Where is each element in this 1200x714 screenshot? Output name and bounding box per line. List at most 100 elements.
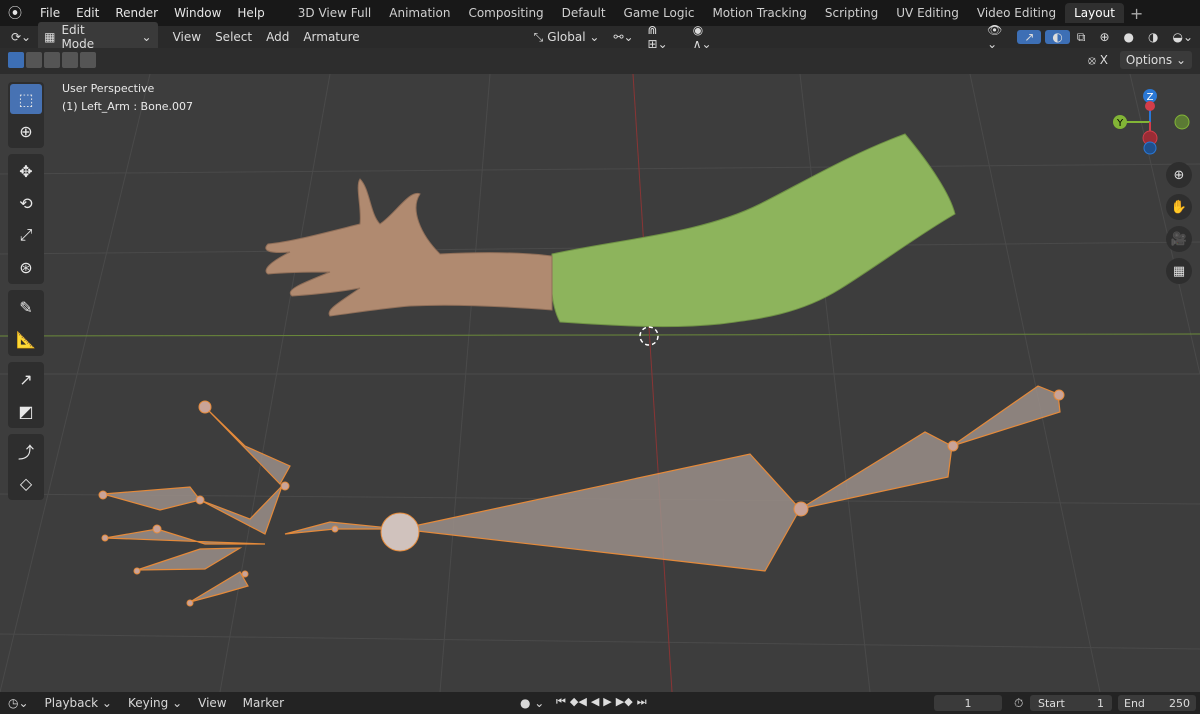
shading-rendered-icon[interactable]: ◒⌄	[1165, 30, 1200, 44]
joint-thumb-tip[interactable]	[198, 400, 212, 414]
tab-3d-view-full[interactable]: 3D View Full	[289, 3, 381, 23]
start-frame-field[interactable]: Start 1	[1030, 695, 1112, 711]
roll-icon[interactable]: ↗	[10, 364, 42, 394]
select-invert-icon[interactable]	[62, 52, 78, 68]
select-extend-icon[interactable]	[26, 52, 42, 68]
menu-help[interactable]: Help	[229, 6, 272, 20]
joint-end[interactable]	[1053, 389, 1065, 401]
gizmo-x-neg-handle[interactable]	[1145, 101, 1155, 111]
menu-timeline-view[interactable]: View	[190, 696, 234, 710]
record-icon[interactable]: ● ⌄	[512, 696, 552, 710]
mirror-x-button[interactable]: ⦻ X	[1084, 51, 1112, 70]
navigation-gizmo[interactable]: Z Y	[1113, 89, 1190, 155]
end-frame-field[interactable]: End 250	[1118, 695, 1196, 711]
joint-palm[interactable]	[331, 525, 339, 533]
select-box-icon[interactable]: ⬚	[10, 84, 42, 114]
pivot-icon[interactable]: ⚯⌄	[606, 30, 640, 44]
bone-finger-1[interactable]	[102, 486, 202, 511]
bone-finger-3[interactable]	[136, 547, 243, 571]
pan-hand-icon[interactable]: ✋	[1166, 194, 1192, 220]
play-reverse-icon[interactable]: ◀	[591, 695, 599, 709]
shading-material-icon[interactable]: ◑	[1141, 30, 1165, 44]
bone-thumb[interactable]	[204, 406, 291, 485]
shading-solid-icon[interactable]: ●	[1117, 30, 1141, 44]
tab-uv-editing[interactable]: UV Editing	[887, 3, 968, 23]
current-frame-field[interactable]: 1	[934, 695, 1002, 711]
tab-animation[interactable]: Animation	[380, 3, 459, 23]
shading-wireframe-icon[interactable]: ⊕	[1092, 30, 1116, 44]
timeline-editor-icon[interactable]: ◷⌄	[0, 696, 37, 710]
overlay-toggle-icon[interactable]: ◐	[1045, 30, 1070, 44]
envelope-icon[interactable]: ◇	[10, 468, 42, 498]
joint-elbow[interactable]	[793, 501, 809, 517]
bone-size-icon[interactable]: ◩	[10, 396, 42, 426]
tab-video-editing[interactable]: Video Editing	[968, 3, 1065, 23]
gizmo-toggle-icon[interactable]: ↗	[1017, 30, 1042, 44]
bone-upper-arm[interactable]	[399, 453, 801, 572]
cursor-icon[interactable]: ⊕	[10, 116, 42, 146]
scale-icon[interactable]: ⤢	[10, 220, 42, 250]
menu-file[interactable]: File	[32, 6, 68, 20]
rotate-icon[interactable]: ⟲	[10, 188, 42, 218]
joint-finger-1-tip[interactable]	[98, 490, 108, 500]
proportional-edit-icon[interactable]: ◉ ∧⌄	[686, 23, 730, 51]
add-workspace-icon[interactable]: +	[1124, 4, 1149, 23]
menu-keying[interactable]: Keying ⌄	[120, 696, 190, 710]
extrude-icon[interactable]: ⤴	[10, 436, 42, 466]
bone-forearm-a[interactable]	[799, 431, 953, 510]
joint-forearm[interactable]	[947, 440, 959, 452]
menu-select[interactable]: Select	[208, 30, 259, 44]
options-dropdown[interactable]: Options ⌄	[1119, 51, 1192, 69]
gizmo-y-neg-handle[interactable]	[1174, 114, 1190, 130]
prev-keyframe-icon[interactable]: ◆◀	[570, 695, 587, 709]
joint-finger-2-tip[interactable]	[101, 534, 109, 542]
3d-viewport[interactable]: Z Y User Perspective (1) Left_Arm : Bone…	[0, 74, 1200, 692]
jump-end-icon[interactable]: ⏭	[637, 695, 647, 709]
zoom-icon[interactable]: ⊕	[1166, 162, 1192, 188]
select-subtract-icon[interactable]	[44, 52, 60, 68]
visibility-icon[interactable]: 👁⌄	[980, 23, 1017, 51]
menu-view[interactable]: View	[166, 30, 208, 44]
select-intersect-icon[interactable]	[80, 52, 96, 68]
bone-finger-4[interactable]	[189, 571, 249, 603]
joint-shoulder[interactable]	[380, 512, 420, 552]
transform-icon[interactable]: ⊛	[10, 252, 42, 282]
editor-type-icon[interactable]: ⟳⌄	[4, 30, 38, 44]
joint-wrist[interactable]	[280, 481, 290, 491]
joint-finger-4-tip[interactable]	[186, 599, 194, 607]
menu-armature[interactable]: Armature	[296, 30, 366, 44]
tab-layout[interactable]: Layout	[1065, 3, 1124, 23]
joint-finger-1-base[interactable]	[195, 495, 205, 505]
camera-view-icon[interactable]: 🎥	[1166, 226, 1192, 252]
ortho-grid-icon[interactable]: ▦	[1166, 258, 1192, 284]
next-keyframe-icon[interactable]: ▶◆	[616, 695, 633, 709]
gizmo-z-neg-handle[interactable]	[1143, 141, 1157, 155]
joint-finger-3-tip[interactable]	[133, 567, 141, 575]
tab-motion-tracking[interactable]: Motion Tracking	[703, 3, 815, 23]
bone-forearm-b[interactable]	[951, 385, 1061, 447]
menu-marker[interactable]: Marker	[235, 696, 292, 710]
xray-icon[interactable]: ⧉	[1070, 30, 1093, 45]
measure-icon[interactable]: 📐	[10, 324, 42, 354]
menu-edit[interactable]: Edit	[68, 6, 107, 20]
tab-scripting[interactable]: Scripting	[816, 3, 887, 23]
joint-finger-4-base[interactable]	[241, 570, 249, 578]
tab-game-logic[interactable]: Game Logic	[615, 3, 704, 23]
jump-start-icon[interactable]: ⏮	[556, 695, 566, 709]
annotate-icon[interactable]: ✎	[10, 292, 42, 322]
menu-add[interactable]: Add	[259, 30, 296, 44]
snap-icon[interactable]: ⋒ ⊞⌄	[641, 23, 686, 51]
menu-render[interactable]: Render	[107, 6, 166, 20]
play-icon[interactable]: ▶	[603, 695, 611, 709]
tab-default[interactable]: Default	[553, 3, 615, 23]
bone-palm[interactable]	[199, 485, 283, 535]
armature[interactable]	[102, 385, 1061, 603]
move-icon[interactable]: ✥	[10, 156, 42, 186]
blender-logo-icon[interactable]: ⦿	[8, 3, 30, 23]
bone-finger-2[interactable]	[104, 528, 266, 545]
stopwatch-icon[interactable]: ⏱	[1006, 696, 1031, 711]
tab-compositing[interactable]: Compositing	[459, 3, 552, 23]
joint-finger-2-base[interactable]	[152, 524, 162, 534]
orientation-dropdown[interactable]: ⤡ Global ⌄	[527, 30, 607, 45]
menu-window[interactable]: Window	[166, 6, 229, 20]
